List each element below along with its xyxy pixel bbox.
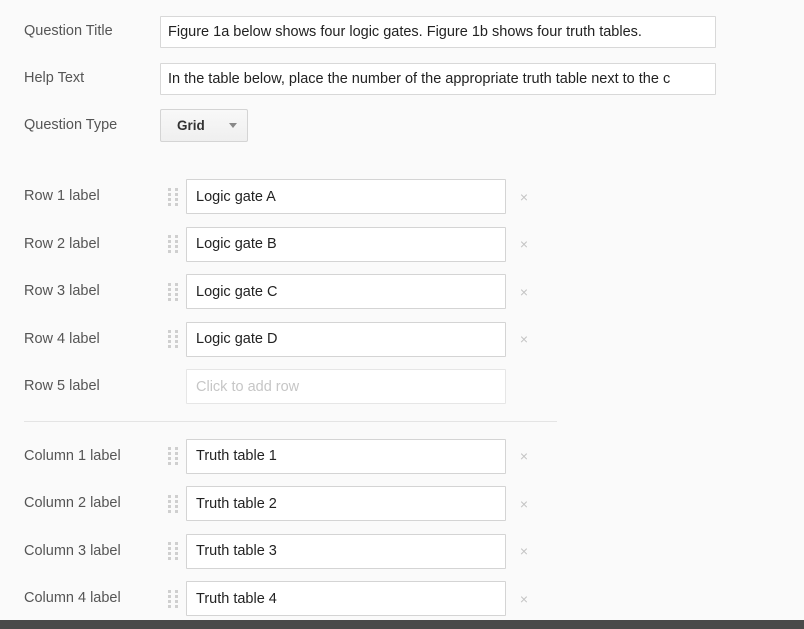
column-option-input[interactable] <box>186 439 506 474</box>
column-option-row: Column 3 label × <box>0 528 804 576</box>
question-type-dropdown[interactable]: Grid <box>160 109 248 142</box>
question-type-selected-value: Grid <box>177 118 205 133</box>
remove-row-icon[interactable]: × <box>509 285 539 299</box>
row-option-input[interactable] <box>186 369 506 404</box>
row-option-input[interactable] <box>186 322 506 357</box>
column-option-label: Column 2 label <box>0 495 160 512</box>
remove-row-icon[interactable]: × <box>509 190 539 204</box>
row-option-label: Row 5 label <box>0 378 160 395</box>
remove-column-icon[interactable]: × <box>509 592 539 606</box>
remove-column-icon[interactable]: × <box>509 544 539 558</box>
question-title-label: Question Title <box>0 23 160 40</box>
drag-handle-icon[interactable] <box>160 283 186 301</box>
drag-handle-icon[interactable] <box>160 447 186 465</box>
row-option-row: Row 1 label × <box>0 173 804 221</box>
drag-handle-icon[interactable] <box>160 330 186 348</box>
help-text-input[interactable] <box>160 63 716 95</box>
help-text-row: Help Text <box>0 55 804 102</box>
help-text-label: Help Text <box>0 70 160 87</box>
row-option-label: Row 4 label <box>0 331 160 348</box>
column-labels-section: Column 1 label×Column 2 label×Column 3 l… <box>0 433 804 623</box>
question-type-label: Question Type <box>0 117 160 134</box>
rows-columns-divider <box>0 411 804 433</box>
remove-column-icon[interactable]: × <box>509 497 539 511</box>
question-title-row: Question Title <box>0 8 804 55</box>
section-spacer <box>0 149 804 173</box>
question-editor-panel: Question Title Help Text Question Type G… <box>0 0 804 620</box>
row-option-label: Row 1 label <box>0 188 160 205</box>
row-option-label: Row 2 label <box>0 236 160 253</box>
column-option-row: Column 4 label × <box>0 575 804 623</box>
row-option-row: Row 3 label × <box>0 268 804 316</box>
remove-column-icon[interactable]: × <box>509 449 539 463</box>
row-option-input[interactable] <box>186 274 506 309</box>
question-title-input[interactable] <box>160 16 716 48</box>
drag-handle-icon[interactable] <box>160 590 186 608</box>
row-option-row: Row 4 label × <box>0 316 804 364</box>
column-option-row: Column 2 label × <box>0 480 804 528</box>
drag-handle-icon[interactable] <box>160 235 186 253</box>
chevron-down-icon <box>229 123 237 128</box>
drag-handle-icon[interactable] <box>160 495 186 513</box>
column-option-input[interactable] <box>186 581 506 616</box>
row-option-row: Row 5 label <box>0 363 804 411</box>
drag-handle-icon[interactable] <box>160 542 186 560</box>
column-option-input[interactable] <box>186 486 506 521</box>
row-option-input[interactable] <box>186 227 506 262</box>
column-option-label: Column 4 label <box>0 590 160 607</box>
row-option-input[interactable] <box>186 179 506 214</box>
row-option-row: Row 2 label × <box>0 221 804 269</box>
remove-row-icon[interactable]: × <box>509 332 539 346</box>
row-labels-section: Row 1 label×Row 2 label×Row 3 label×Row … <box>0 173 804 411</box>
row-option-label: Row 3 label <box>0 283 160 300</box>
column-option-row: Column 1 label × <box>0 433 804 481</box>
remove-row-icon[interactable]: × <box>509 237 539 251</box>
column-option-label: Column 1 label <box>0 448 160 465</box>
column-option-label: Column 3 label <box>0 543 160 560</box>
bottom-bar <box>0 620 804 629</box>
question-type-row: Question Type Grid <box>0 102 804 149</box>
column-option-input[interactable] <box>186 534 506 569</box>
drag-handle-icon[interactable] <box>160 188 186 206</box>
